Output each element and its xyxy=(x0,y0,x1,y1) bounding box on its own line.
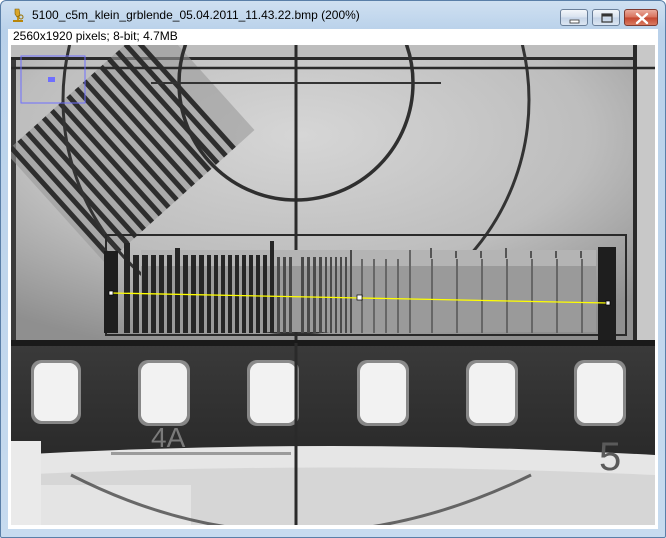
scale-marking-4a: 4A xyxy=(151,422,186,453)
scale-marking-5: 5 xyxy=(599,435,621,479)
microscope-icon xyxy=(10,7,26,23)
line-handle-end[interactable] xyxy=(605,300,611,306)
close-button[interactable] xyxy=(624,9,658,26)
line-handle-start[interactable] xyxy=(108,290,114,296)
minimize-button[interactable] xyxy=(560,9,588,26)
maximize-button[interactable] xyxy=(592,9,620,26)
line-handle-middle[interactable] xyxy=(356,294,363,301)
test-chart-image: 4A 5 xyxy=(11,45,655,525)
image-panel: 2560x1920 pixels; 8-bit; 4.7MB 4A 5 xyxy=(8,29,658,529)
title-bar[interactable]: 5100_c5m_klein_grblende_05.04.2011_11.43… xyxy=(1,1,665,29)
image-info: 2560x1920 pixels; 8-bit; 4.7MB xyxy=(13,29,178,43)
image-window: 5100_c5m_klein_grblende_05.04.2011_11.43… xyxy=(0,0,666,538)
window-title: 5100_c5m_klein_grblende_05.04.2011_11.43… xyxy=(32,8,360,22)
close-icon xyxy=(635,12,649,25)
maximize-icon xyxy=(601,13,613,23)
minimize-icon xyxy=(569,19,580,24)
image-canvas[interactable]: 4A 5 xyxy=(11,45,655,525)
